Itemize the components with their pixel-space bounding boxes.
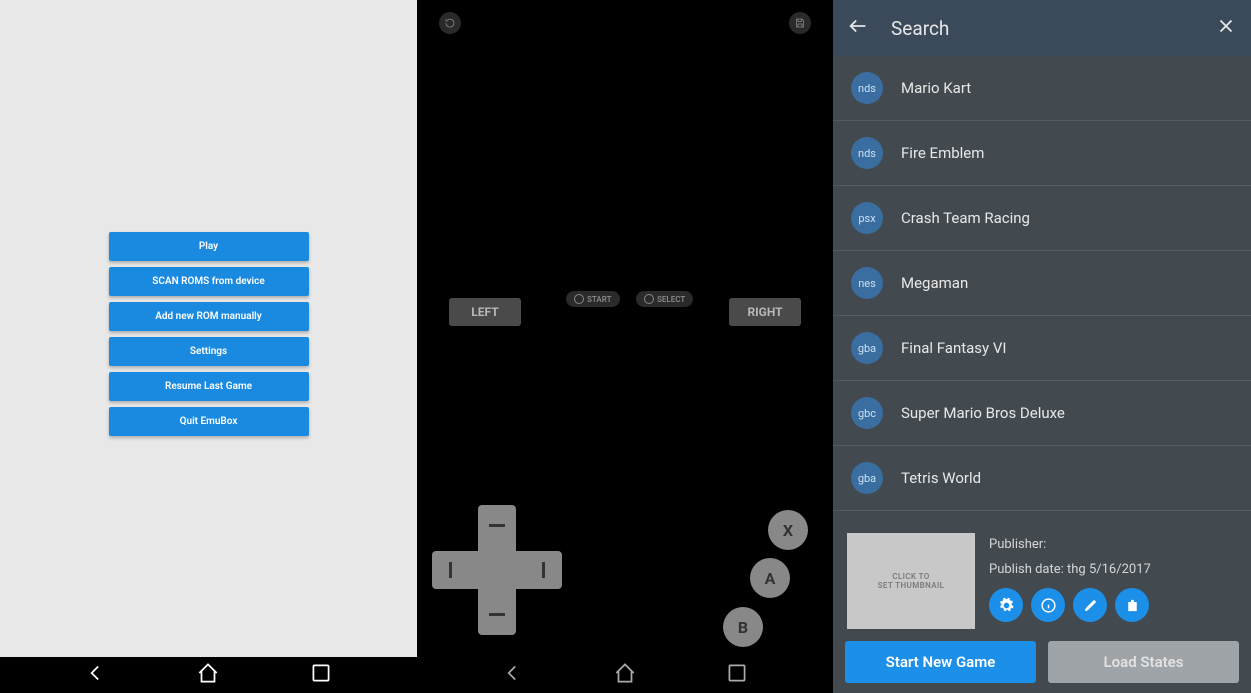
emulator-screen: LEFT RIGHT START SELECT X A B Load State… (417, 0, 833, 693)
rotate-icon[interactable] (439, 12, 461, 34)
platform-tag: nds (851, 137, 883, 169)
a-button[interactable]: A (750, 558, 790, 598)
platform-tag: gbc (851, 397, 883, 429)
main-menu: Play SCAN ROMS from device Add new ROM m… (109, 232, 309, 442)
rom-name: Mario Kart (901, 79, 971, 97)
start-new-game-button[interactable]: Start New Game (845, 641, 1036, 683)
edit-circle-button[interactable] (1073, 588, 1107, 622)
platform-tag: gba (851, 462, 883, 494)
rom-name: Tetris World (901, 469, 981, 487)
list-item[interactable]: nes Megaman (833, 251, 1251, 316)
platform-tag: psx (851, 202, 883, 234)
settings-button[interactable]: Settings (109, 337, 309, 366)
main-menu-screen: Play SCAN ROMS from device Add new ROM m… (0, 0, 417, 693)
x-button[interactable]: X (768, 510, 808, 550)
android-navbar (417, 657, 833, 693)
list-item[interactable]: nds Mario Kart (833, 56, 1251, 121)
platform-tag: nds (851, 72, 883, 104)
rom-name: Crash Team Racing (901, 209, 1030, 227)
b-button[interactable]: B (723, 607, 763, 647)
quit-button[interactable]: Quit EmuBox (109, 407, 309, 436)
rom-metadata: Publisher: Publish date: thg 5/16/2017 (989, 533, 1151, 622)
platform-tag: gba (851, 332, 883, 364)
save-disk-icon[interactable] (789, 12, 811, 34)
rom-name: Super Mario Bros Deluxe (901, 404, 1065, 422)
back-icon[interactable] (83, 660, 109, 690)
resume-button[interactable]: Resume Last Game (109, 372, 309, 401)
select-button[interactable]: SELECT (636, 291, 693, 307)
bottom-actions: Start New Game Load States (833, 629, 1251, 693)
home-icon[interactable] (195, 660, 221, 690)
info-circle-button[interactable] (1031, 588, 1065, 622)
list-item[interactable]: gba Final Fantasy VI (833, 316, 1251, 381)
list-item[interactable]: psx Crash Team Racing (833, 186, 1251, 251)
list-item[interactable]: gbc Super Mario Bros Deluxe (833, 381, 1251, 446)
search-header: Search (833, 0, 1251, 56)
start-button[interactable]: START (566, 291, 620, 307)
load-states-button[interactable]: Load States (1048, 641, 1239, 683)
publisher-label: Publisher: (989, 533, 1151, 558)
rom-list: nds Mario Kart nds Fire Emblem psx Crash… (833, 56, 1251, 523)
platform-tag: nes (851, 267, 883, 299)
scan-roms-button[interactable]: SCAN ROMS from device (109, 267, 309, 296)
right-shoulder-button[interactable]: RIGHT (729, 298, 801, 326)
list-item[interactable]: nds Fire Emblem (833, 121, 1251, 186)
recent-icon[interactable] (308, 660, 334, 690)
home-icon[interactable] (612, 660, 638, 690)
left-shoulder-button[interactable]: LEFT (449, 298, 521, 326)
back-arrow-icon[interactable] (847, 15, 869, 42)
rom-name: Fire Emblem (901, 144, 984, 162)
android-navbar (0, 657, 417, 693)
rom-detail-panel: CLICK TO SET THUMBNAIL Publisher: Publis… (833, 523, 1251, 629)
thumbnail-placeholder[interactable]: CLICK TO SET THUMBNAIL (847, 533, 975, 629)
list-item[interactable]: gba Tetris World (833, 446, 1251, 511)
rom-name: Megaman (901, 274, 968, 292)
recent-icon[interactable] (724, 660, 750, 690)
delete-circle-button[interactable] (1115, 588, 1149, 622)
page-title: Search (891, 17, 1193, 40)
publish-date: Publish date: thg 5/16/2017 (989, 558, 1151, 583)
search-screen: Search nds Mario Kart nds Fire Emblem ps… (833, 0, 1251, 693)
back-icon[interactable] (500, 660, 526, 690)
rom-name: Final Fantasy VI (901, 339, 1007, 357)
settings-circle-button[interactable] (989, 588, 1023, 622)
add-rom-button[interactable]: Add new ROM manually (109, 302, 309, 331)
play-button[interactable]: Play (109, 232, 309, 261)
close-icon[interactable] (1215, 15, 1237, 42)
